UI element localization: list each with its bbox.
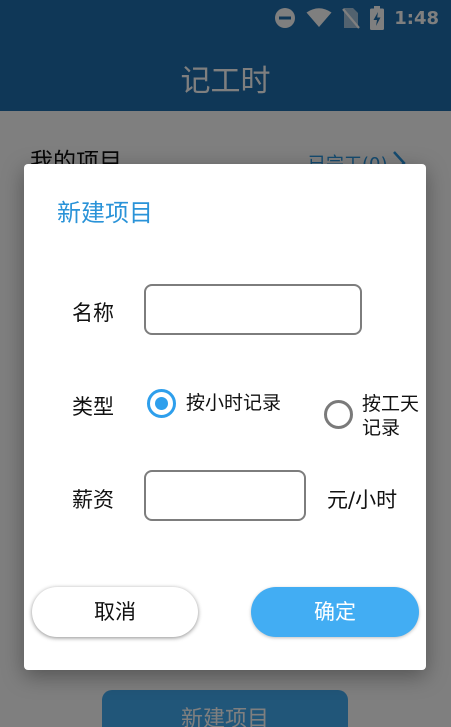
salary-input[interactable] xyxy=(144,470,306,521)
radio-by-hour[interactable]: 按小时记录 xyxy=(147,389,281,418)
radio-button-checked[interactable] xyxy=(147,389,176,418)
new-project-dialog: 新建项目 名称 类型 按小时记录 按工天 记录 薪资 元/小时 取消 确定 xyxy=(24,164,426,670)
name-label: 名称 xyxy=(72,301,114,325)
confirm-button[interactable]: 确定 xyxy=(251,587,419,637)
type-label: 类型 xyxy=(72,395,114,419)
salary-label: 薪资 xyxy=(72,488,114,512)
radio-by-day[interactable]: 按工天 记录 xyxy=(324,392,419,440)
dialog-title: 新建项目 xyxy=(57,199,153,227)
cancel-button[interactable]: 取消 xyxy=(32,587,198,637)
radio-by-hour-label: 按小时记录 xyxy=(186,392,282,414)
name-input[interactable] xyxy=(144,284,362,335)
radio-by-day-label: 按工天 记录 xyxy=(362,393,420,439)
salary-unit: 元/小时 xyxy=(327,488,398,512)
radio-button-unchecked[interactable] xyxy=(324,400,353,429)
